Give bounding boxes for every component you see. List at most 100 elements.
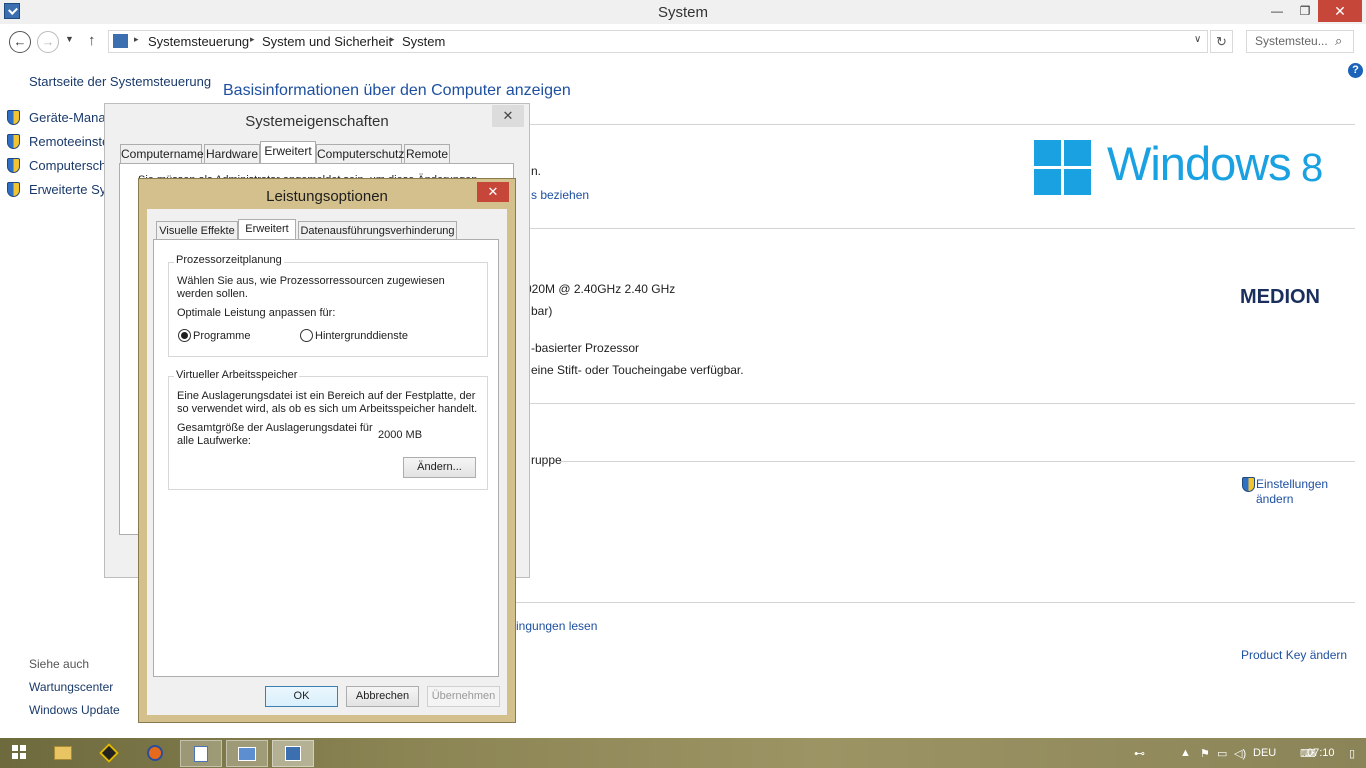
background-services-radio[interactable]	[300, 329, 313, 342]
breadcrumb-systemsteuerung[interactable]: Systemsteuerung	[148, 34, 249, 49]
tab-hardware[interactable]: Hardware	[204, 144, 260, 165]
file-explorer-icon[interactable]	[50, 740, 76, 767]
taskbar-app-button[interactable]	[226, 740, 268, 767]
vm-description: Eine Auslagerungsdatei ist ein Bereich a…	[177, 390, 478, 415]
tab-computerschutz[interactable]: Computerschutz	[316, 144, 404, 165]
uac-shield-icon	[7, 158, 20, 173]
start-button[interactable]	[12, 745, 26, 759]
tab-remote[interactable]: Remote	[404, 144, 450, 165]
search-icon[interactable]: ⌕	[1335, 33, 1342, 49]
ram-value: bar)	[531, 304, 553, 318]
cpu-description: Wählen Sie aus, wie Prozessorressourcen …	[177, 275, 445, 300]
breadcrumb-separator-icon: ▸	[390, 34, 395, 44]
programs-radio-label[interactable]: Programme	[193, 330, 250, 343]
clock[interactable]: 07:10	[1307, 747, 1335, 759]
processor-value: 020M @ 2.40GHz 2.40 GHz	[525, 282, 676, 296]
dialog-close-button[interactable]: ✕	[492, 105, 524, 127]
dialog-body: Visuelle Effekte Erweitert Datenausführu…	[147, 209, 507, 715]
volume-icon[interactable]: ◁)	[1234, 747, 1246, 760]
windows-flag-icon	[1034, 140, 1092, 196]
breadcrumb-separator-icon: ▸	[134, 34, 139, 44]
breadcrumb-system[interactable]: System	[402, 34, 445, 49]
change-settings-link[interactable]: Einstellungen	[1256, 477, 1328, 491]
address-bar[interactable]: ▸ Systemsteuerung ▸ System und Sicherhei…	[108, 30, 1208, 53]
section-divider	[515, 228, 1355, 229]
tab-panel: Prozessorzeitplanung Wählen Sie aus, wie…	[153, 239, 499, 677]
firefox-icon[interactable]	[142, 740, 168, 767]
action-center-link[interactable]: Wartungscenter	[29, 680, 113, 694]
forward-button[interactable]: →	[37, 31, 59, 53]
recent-locations-button[interactable]: ▼	[65, 34, 74, 44]
ok-button[interactable]: OK	[265, 686, 338, 707]
workgroup-label: ruppe	[531, 453, 562, 467]
programs-radio[interactable]	[178, 329, 191, 342]
up-button[interactable]: ↑	[88, 32, 96, 49]
tab-advanced[interactable]: Erweitert	[238, 219, 296, 241]
windows-edition-text: n.	[531, 164, 542, 178]
group-title: Virtueller Arbeitsspeicher	[174, 369, 300, 381]
control-panel-icon	[113, 34, 128, 48]
chevron-down-icon[interactable]: ∨	[1194, 34, 1201, 45]
show-desktop-icon[interactable]: ▯	[1349, 747, 1355, 760]
get-more-features-link[interactable]: s beziehen	[531, 188, 589, 202]
see-also-title: Siehe auch	[29, 657, 90, 671]
control-panel-home-link[interactable]: Startseite der Systemsteuerung	[29, 74, 211, 89]
breadcrumb-system-und-sicherheit[interactable]: System und Sicherheit	[262, 34, 392, 49]
pen-touch-value: eine Stift- oder Toucheingabe verfügbar.	[531, 363, 744, 377]
dialog-close-button[interactable]: ✕	[477, 182, 509, 202]
breadcrumb-separator-icon: ▸	[250, 34, 255, 44]
language-indicator[interactable]: DEU	[1253, 747, 1276, 759]
section-divider	[515, 602, 1355, 603]
group-title: Prozessorzeitplanung	[174, 254, 284, 266]
battery-icon[interactable]: ▭	[1217, 747, 1227, 760]
oem-logo: MEDION	[1240, 286, 1320, 308]
taskbar-app-button[interactable]	[180, 740, 222, 767]
uac-shield-icon	[7, 134, 20, 149]
paging-file-total-label: Gesamtgröße der Auslagerungsdatei für al…	[177, 422, 373, 447]
uac-shield-icon	[7, 182, 20, 197]
dialog-title: Leistungsoptionen	[266, 188, 388, 205]
cancel-button[interactable]: Abbrechen	[346, 686, 419, 707]
background-services-radio-label[interactable]: Hintergrunddienste	[315, 330, 408, 343]
search-placeholder: Systemsteu...	[1255, 34, 1328, 48]
system-type-value: -basierter Prozessor	[531, 341, 640, 355]
tab-dep[interactable]: Datenausführungsverhinderung	[298, 221, 457, 241]
change-product-key-link[interactable]: Product Key ändern	[1241, 648, 1347, 662]
apply-button[interactable]: Übernehmen	[427, 686, 500, 707]
show-hidden-icons-icon[interactable]: ▲	[1180, 747, 1191, 759]
action-center-flag-icon[interactable]: ⚑	[1200, 747, 1210, 760]
license-terms-link[interactable]: ingungen lesen	[516, 619, 597, 633]
window-title: System	[657, 4, 708, 21]
device-manager-link[interactable]: Geräte-Manag	[29, 110, 113, 125]
page-title: Basisinformationen über den Computer anz…	[223, 82, 571, 99]
back-button[interactable]: ←	[9, 31, 31, 53]
refresh-button[interactable]: ↻	[1210, 30, 1233, 53]
search-input[interactable]: Systemsteu... ⌕	[1246, 30, 1354, 53]
section-divider	[559, 461, 1355, 462]
change-settings-link-line2[interactable]: ändern	[1256, 492, 1293, 506]
change-button[interactable]: Ändern...	[403, 457, 476, 478]
help-icon[interactable]: ?	[1348, 63, 1363, 78]
tab-visual-effects[interactable]: Visuelle Effekte	[156, 221, 238, 241]
uac-shield-icon	[1242, 477, 1255, 492]
optimize-prompt: Optimale Leistung anpassen für:	[177, 307, 336, 319]
remote-settings-link[interactable]: Remoteeinstel	[29, 134, 112, 149]
app-pin-icon[interactable]	[96, 740, 122, 767]
taskbar-system-button[interactable]	[272, 740, 314, 767]
network-icon[interactable]: ⊷	[1134, 747, 1145, 760]
dialog-title: Systemeigenschaften	[245, 113, 389, 130]
performance-options-dialog: Leistungsoptionen ✕ Visuelle Effekte Erw…	[138, 178, 516, 723]
windows-update-link[interactable]: Windows Update	[29, 703, 120, 717]
maximize-button[interactable]: ❐	[1290, 0, 1320, 22]
windows-logo-text: Windows	[1107, 137, 1292, 190]
section-divider	[515, 124, 1355, 125]
minimize-button[interactable]: —	[1262, 0, 1292, 22]
section-divider	[515, 403, 1355, 404]
uac-shield-icon	[7, 110, 20, 125]
tab-computername[interactable]: Computername	[120, 144, 204, 165]
tab-erweitert[interactable]: Erweitert	[260, 141, 316, 165]
close-button[interactable]: ✕	[1318, 0, 1362, 22]
system-protection-link[interactable]: Computerschu	[29, 158, 114, 173]
windows-logo-number: 8	[1301, 146, 1324, 190]
paging-file-total-value: 2000 MB	[378, 429, 423, 441]
